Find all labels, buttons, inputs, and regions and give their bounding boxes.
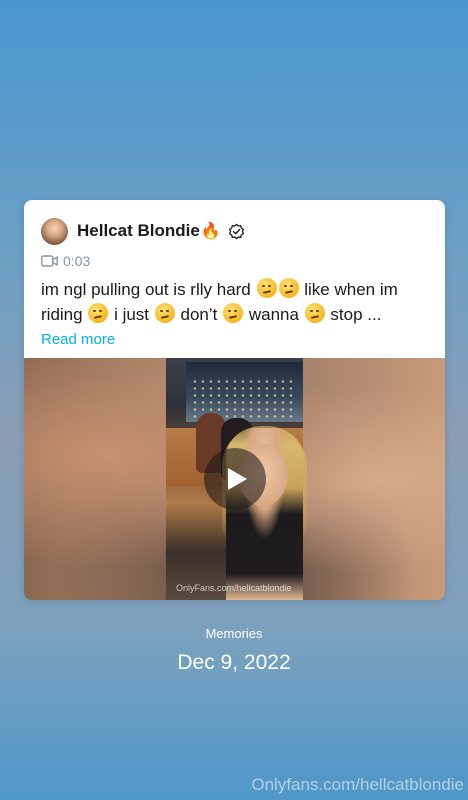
duration-text: 0:03 [63, 253, 91, 269]
memories-date: Dec 9, 2022 [177, 651, 291, 674]
post-caption: im ngl pulling out is rlly hard like whe… [41, 277, 431, 327]
video-duration: 0:03 [41, 253, 90, 269]
city-lights [191, 378, 296, 418]
caption-text: i just [114, 305, 150, 324]
caption-text: like when im [304, 280, 398, 299]
woozy-face-emoji [304, 303, 325, 323]
woozy-face-emoji [256, 278, 277, 298]
caption-text: wanna [248, 305, 299, 324]
woozy-face-emoji [154, 303, 175, 323]
memories-label: Memories [205, 626, 263, 641]
post-card: Hellcat Blondie 🔥 0:03 im ngl pulling ou… [24, 200, 445, 600]
video-camera-icon [41, 255, 58, 267]
avatar[interactable] [41, 217, 68, 245]
caption-text: im ngl pulling out is rlly hard [41, 280, 251, 299]
post-author[interactable]: Hellcat Blondie 🔥 [41, 217, 245, 245]
woozy-face-emoji [88, 303, 109, 323]
caption-text: don’t [180, 305, 218, 324]
post-video[interactable]: OnlyFans.com/hellcatblondie [24, 358, 445, 600]
flame-emoji: 🔥 [200, 223, 221, 240]
video-watermark: OnlyFans.com/hellcatblondie [176, 583, 292, 593]
page-watermark: Onlyfans.com/hellcatblondie [251, 775, 464, 794]
read-more-link[interactable]: Read more [41, 331, 115, 348]
play-button[interactable] [204, 448, 266, 510]
caption-text: stop ... [330, 305, 382, 324]
woozy-face-emoji [278, 278, 299, 298]
play-icon [228, 468, 247, 490]
author-name[interactable]: Hellcat Blondie [77, 221, 200, 241]
caption-text: riding [41, 305, 83, 324]
verified-icon [228, 223, 244, 239]
woozy-face-emoji [223, 303, 244, 323]
